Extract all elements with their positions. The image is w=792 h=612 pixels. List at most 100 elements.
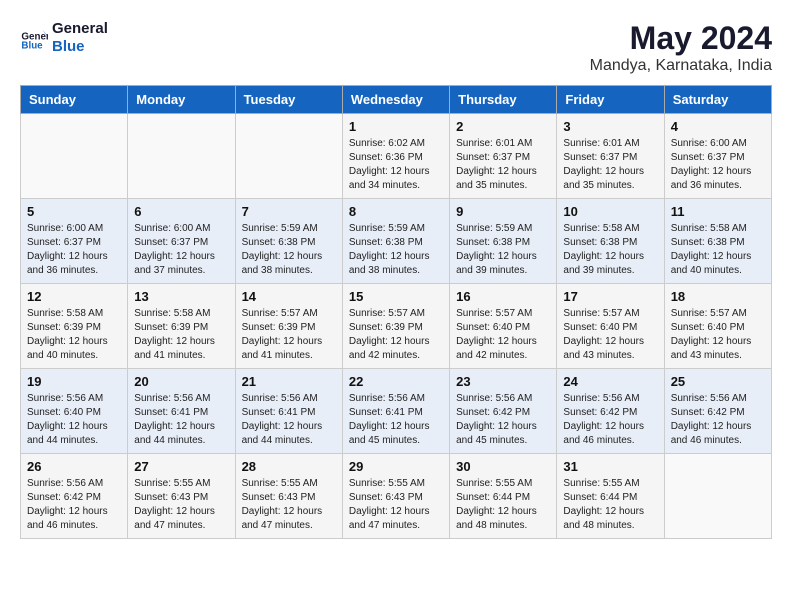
calendar-cell: 16 Sunrise: 5:57 AM Sunset: 6:40 PM Dayli…: [450, 284, 557, 369]
calendar-cell: 10 Sunrise: 5:58 AM Sunset: 6:38 PM Dayli…: [557, 199, 664, 284]
month-year-title: May 2024: [590, 20, 772, 57]
day-info: Sunrise: 5:56 AM Sunset: 6:41 PM Dayligh…: [242, 392, 336, 448]
calendar-table: SundayMondayTuesdayWednesdayThursdayFrid…: [20, 85, 772, 539]
day-number: 10: [563, 204, 657, 219]
day-number: 5: [27, 204, 121, 219]
day-number: 29: [349, 459, 443, 474]
day-number: 6: [134, 204, 228, 219]
calendar-cell: 20Sunrise: 5:56 AM Sunset: 6:41 PM Dayli…: [128, 369, 235, 454]
weekday-header-friday: Friday: [557, 86, 664, 114]
day-info: Sunrise: 5:58 AM Sunset: 6:38 PM Dayligh…: [671, 222, 765, 278]
day-info: Sunrise: 5:55 AM Sunset: 6:44 PM Dayligh…: [563, 477, 657, 533]
calendar-cell: 24 Sunrise: 5:56 AM Sunset: 6:42 PM Dayli…: [557, 369, 664, 454]
day-info: Sunrise: 6:01 AM Sunset: 6:37 PM Dayligh…: [456, 137, 550, 193]
day-number: 14: [242, 289, 336, 304]
calendar-body: 1 Sunrise: 6:02 AM Sunset: 6:36 PM Daylig…: [21, 114, 772, 539]
day-info: Sunrise: 5:55 AM Sunset: 6:43 PM Dayligh…: [349, 477, 443, 533]
calendar-cell: 23 Sunrise: 5:56 AM Sunset: 6:42 PM Dayli…: [450, 369, 557, 454]
day-info: Sunrise: 5:55 AM Sunset: 6:44 PM Dayligh…: [456, 477, 550, 533]
weekday-header-row: SundayMondayTuesdayWednesdayThursdayFrid…: [21, 86, 772, 114]
logo-line1: General: [52, 20, 108, 38]
day-info: Sunrise: 5:58 AM Sunset: 6:39 PM Dayligh…: [27, 307, 121, 363]
calendar-cell: 21 Sunrise: 5:56 AM Sunset: 6:41 PM Dayli…: [235, 369, 342, 454]
calendar-cell: 19 Sunrise: 5:56 AM Sunset: 6:40 PM Dayli…: [21, 369, 128, 454]
calendar-cell: 8Sunrise: 5:59 AM Sunset: 6:38 PM Daylig…: [342, 199, 449, 284]
calendar-cell: 30 Sunrise: 5:55 AM Sunset: 6:44 PM Dayli…: [450, 454, 557, 539]
calendar-week-row: 26 Sunrise: 5:56 AM Sunset: 6:42 PM Dayli…: [21, 454, 772, 539]
day-info: Sunrise: 5:56 AM Sunset: 6:42 PM Dayligh…: [563, 392, 657, 448]
day-info: Sunrise: 5:59 AM Sunset: 6:38 PM Dayligh…: [242, 222, 336, 278]
calendar-cell: [664, 454, 771, 539]
day-info: Sunrise: 5:55 AM Sunset: 6:43 PM Dayligh…: [242, 477, 336, 533]
day-info: Sunrise: 5:58 AM Sunset: 6:38 PM Dayligh…: [563, 222, 657, 278]
calendar-cell: 15 Sunrise: 5:57 AM Sunset: 6:39 PM Dayli…: [342, 284, 449, 369]
calendar-cell: 13Sunrise: 5:58 AM Sunset: 6:39 PM Dayli…: [128, 284, 235, 369]
day-number: 13: [134, 289, 228, 304]
day-number: 17: [563, 289, 657, 304]
day-info: Sunrise: 5:56 AM Sunset: 6:42 PM Dayligh…: [27, 477, 121, 533]
day-number: 3: [563, 119, 657, 134]
calendar-cell: 1 Sunrise: 6:02 AM Sunset: 6:36 PM Daylig…: [342, 114, 449, 199]
calendar-cell: 4Sunrise: 6:00 AM Sunset: 6:37 PM Daylig…: [664, 114, 771, 199]
calendar-cell: 26 Sunrise: 5:56 AM Sunset: 6:42 PM Dayli…: [21, 454, 128, 539]
day-number: 16: [456, 289, 550, 304]
day-number: 30: [456, 459, 550, 474]
weekday-header-wednesday: Wednesday: [342, 86, 449, 114]
day-info: Sunrise: 6:00 AM Sunset: 6:37 PM Dayligh…: [27, 222, 121, 278]
calendar-cell: 29 Sunrise: 5:55 AM Sunset: 6:43 PM Dayli…: [342, 454, 449, 539]
calendar-cell: 12 Sunrise: 5:58 AM Sunset: 6:39 PM Dayli…: [21, 284, 128, 369]
day-number: 31: [563, 459, 657, 474]
day-number: 15: [349, 289, 443, 304]
day-info: Sunrise: 6:02 AM Sunset: 6:36 PM Dayligh…: [349, 137, 443, 193]
day-info: Sunrise: 6:00 AM Sunset: 6:37 PM Dayligh…: [134, 222, 228, 278]
calendar-cell: 11Sunrise: 5:58 AM Sunset: 6:38 PM Dayli…: [664, 199, 771, 284]
weekday-header-saturday: Saturday: [664, 86, 771, 114]
day-number: 24: [563, 374, 657, 389]
calendar-cell: [21, 114, 128, 199]
calendar-cell: 28 Sunrise: 5:55 AM Sunset: 6:43 PM Dayli…: [235, 454, 342, 539]
page-header: General Blue General Blue May 2024 Mandy…: [20, 20, 772, 75]
calendar-cell: [235, 114, 342, 199]
calendar-cell: 31 Sunrise: 5:55 AM Sunset: 6:44 PM Dayli…: [557, 454, 664, 539]
day-number: 26: [27, 459, 121, 474]
day-number: 23: [456, 374, 550, 389]
calendar-cell: 27 Sunrise: 5:55 AM Sunset: 6:43 PM Dayli…: [128, 454, 235, 539]
day-number: 12: [27, 289, 121, 304]
day-info: Sunrise: 5:56 AM Sunset: 6:40 PM Dayligh…: [27, 392, 121, 448]
day-info: Sunrise: 5:57 AM Sunset: 6:40 PM Dayligh…: [671, 307, 765, 363]
day-info: Sunrise: 5:56 AM Sunset: 6:41 PM Dayligh…: [134, 392, 228, 448]
logo-icon: General Blue: [20, 24, 48, 52]
day-info: Sunrise: 5:56 AM Sunset: 6:42 PM Dayligh…: [671, 392, 765, 448]
day-info: Sunrise: 5:59 AM Sunset: 6:38 PM Dayligh…: [456, 222, 550, 278]
calendar-cell: 18Sunrise: 5:57 AM Sunset: 6:40 PM Dayli…: [664, 284, 771, 369]
day-number: 22: [349, 374, 443, 389]
calendar-cell: 2Sunrise: 6:01 AM Sunset: 6:37 PM Daylig…: [450, 114, 557, 199]
calendar-cell: 25 Sunrise: 5:56 AM Sunset: 6:42 PM Dayli…: [664, 369, 771, 454]
calendar-cell: 9 Sunrise: 5:59 AM Sunset: 6:38 PM Daylig…: [450, 199, 557, 284]
weekday-header-tuesday: Tuesday: [235, 86, 342, 114]
title-block: May 2024 Mandya, Karnataka, India: [590, 20, 772, 75]
day-info: Sunrise: 5:57 AM Sunset: 6:39 PM Dayligh…: [349, 307, 443, 363]
day-info: Sunrise: 5:57 AM Sunset: 6:40 PM Dayligh…: [456, 307, 550, 363]
day-info: Sunrise: 6:01 AM Sunset: 6:37 PM Dayligh…: [563, 137, 657, 193]
day-info: Sunrise: 5:55 AM Sunset: 6:43 PM Dayligh…: [134, 477, 228, 533]
day-number: 4: [671, 119, 765, 134]
calendar-cell: [128, 114, 235, 199]
day-number: 19: [27, 374, 121, 389]
day-number: 25: [671, 374, 765, 389]
calendar-week-row: 19 Sunrise: 5:56 AM Sunset: 6:40 PM Dayli…: [21, 369, 772, 454]
calendar-cell: 14 Sunrise: 5:57 AM Sunset: 6:39 PM Dayli…: [235, 284, 342, 369]
calendar-week-row: 12 Sunrise: 5:58 AM Sunset: 6:39 PM Dayli…: [21, 284, 772, 369]
day-number: 1: [349, 119, 443, 134]
day-number: 27: [134, 459, 228, 474]
day-number: 28: [242, 459, 336, 474]
weekday-header-thursday: Thursday: [450, 86, 557, 114]
day-number: 21: [242, 374, 336, 389]
day-info: Sunrise: 5:57 AM Sunset: 6:39 PM Dayligh…: [242, 307, 336, 363]
day-info: Sunrise: 5:56 AM Sunset: 6:42 PM Dayligh…: [456, 392, 550, 448]
calendar-cell: 7Sunrise: 5:59 AM Sunset: 6:38 PM Daylig…: [235, 199, 342, 284]
calendar-cell: 5 Sunrise: 6:00 AM Sunset: 6:37 PM Daylig…: [21, 199, 128, 284]
logo: General Blue General Blue: [20, 20, 108, 56]
day-number: 9: [456, 204, 550, 219]
day-info: Sunrise: 5:57 AM Sunset: 6:40 PM Dayligh…: [563, 307, 657, 363]
